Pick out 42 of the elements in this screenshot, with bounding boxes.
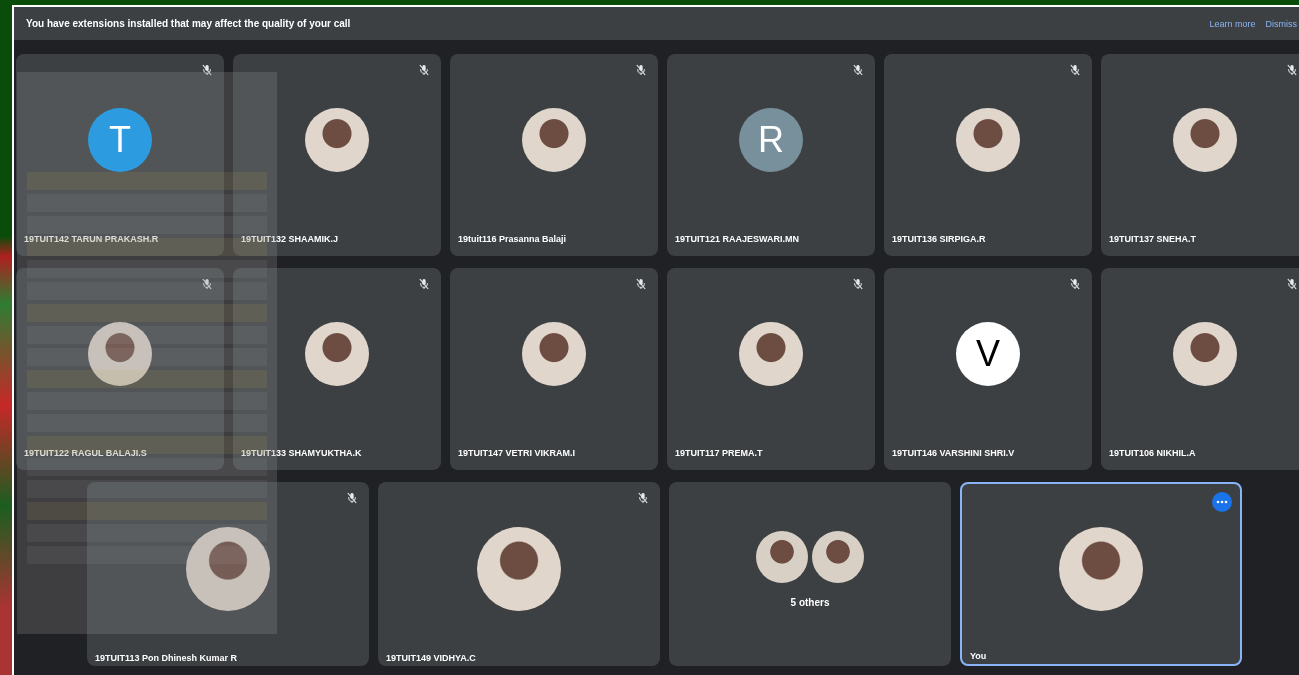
participant-name: 19TUIT122 RAGUL BALAJI.S [24,448,147,458]
participant-name: 19TUIT136 SIRPIGA.R [892,234,986,244]
avatar-photo-placeholder [812,530,864,583]
participant-tile[interactable]: 19TUIT106 NIKHIL.A [1101,268,1299,470]
more-options-button[interactable] [1212,492,1232,512]
participant-name: 19TUIT149 VIDHYA.C [386,653,476,663]
participant-name: 19TUIT117 PREMA.T [675,448,763,458]
participant-name: 19tuit116 Prasanna Balaji [458,234,567,244]
avatar-letter: R [739,108,803,172]
participant-tile[interactable]: 19TUIT132 SHAAMIK.J [233,54,441,256]
participant-tile[interactable]: 19TUIT113 Pon Dhinesh Kumar R [87,482,369,666]
participant-name: 19TUIT106 NIKHIL.A [1109,448,1196,458]
banner-link[interactable]: Dismiss [1265,18,1297,29]
participant-name: You [970,651,987,661]
participant-tile[interactable]: 19TUIT136 SIRPIGA.R [884,54,1092,256]
avatar-letter: T [88,108,152,172]
participant-tile[interactable]: 19TUIT149 VIDHYA.C [378,482,660,666]
participant-name: 19TUIT147 VETRI VIKRAM.I [458,448,576,458]
participant-tile[interactable]: V 19TUIT146 VARSHINI SHRI.V [884,268,1092,470]
participant-tile[interactable]: 19TUIT133 SHAMYUKTHA.K [233,268,441,470]
banner-message: You have extensions installed that may affect the quality of your call [26,18,351,29]
participant-tile[interactable]: T 19TUIT142 TARUN PRAKASH.R [16,54,224,256]
participant-tile[interactable]: 5 others [669,482,951,666]
participant-tile[interactable]: You [960,482,1242,666]
participant-name: 19TUIT132 SHAAMIK.J [241,234,339,244]
banner-link[interactable]: Learn more [1209,18,1256,29]
participant-tile[interactable]: R 19TUIT121 RAAJESWARI.MN [667,54,875,256]
participant-name: 19TUIT133 SHAMYUKTHA.K [241,448,362,458]
participant-name: 19TUIT121 RAAJESWARI.MN [675,234,800,244]
participant-name: 19TUIT146 VARSHINI SHRI.V [892,448,1015,458]
more-dots-icon [1216,500,1228,504]
participant-tile[interactable]: 19TUIT117 PREMA.T [667,268,875,470]
participant-name: 19TUIT142 TARUN PRAKASH.R [24,234,159,244]
others-count-label: 5 others [790,596,830,608]
participant-name: 19TUIT137 SNEHA.T [1109,234,1197,244]
participant-tile[interactable]: 19TUIT122 RAGUL BALAJI.S [16,268,224,470]
participant-tile[interactable]: 19TUIT137 SNEHA.T [1101,54,1299,256]
avatar-letter: V [956,322,1020,386]
participant-tile[interactable]: 19TUIT147 VETRI VIKRAM.I [450,268,658,470]
participant-name: 19TUIT113 Pon Dhinesh Kumar R [95,653,238,663]
avatar-photo-placeholder [756,530,808,583]
participant-tile[interactable]: 19tuit116 Prasanna Balaji [450,54,658,256]
